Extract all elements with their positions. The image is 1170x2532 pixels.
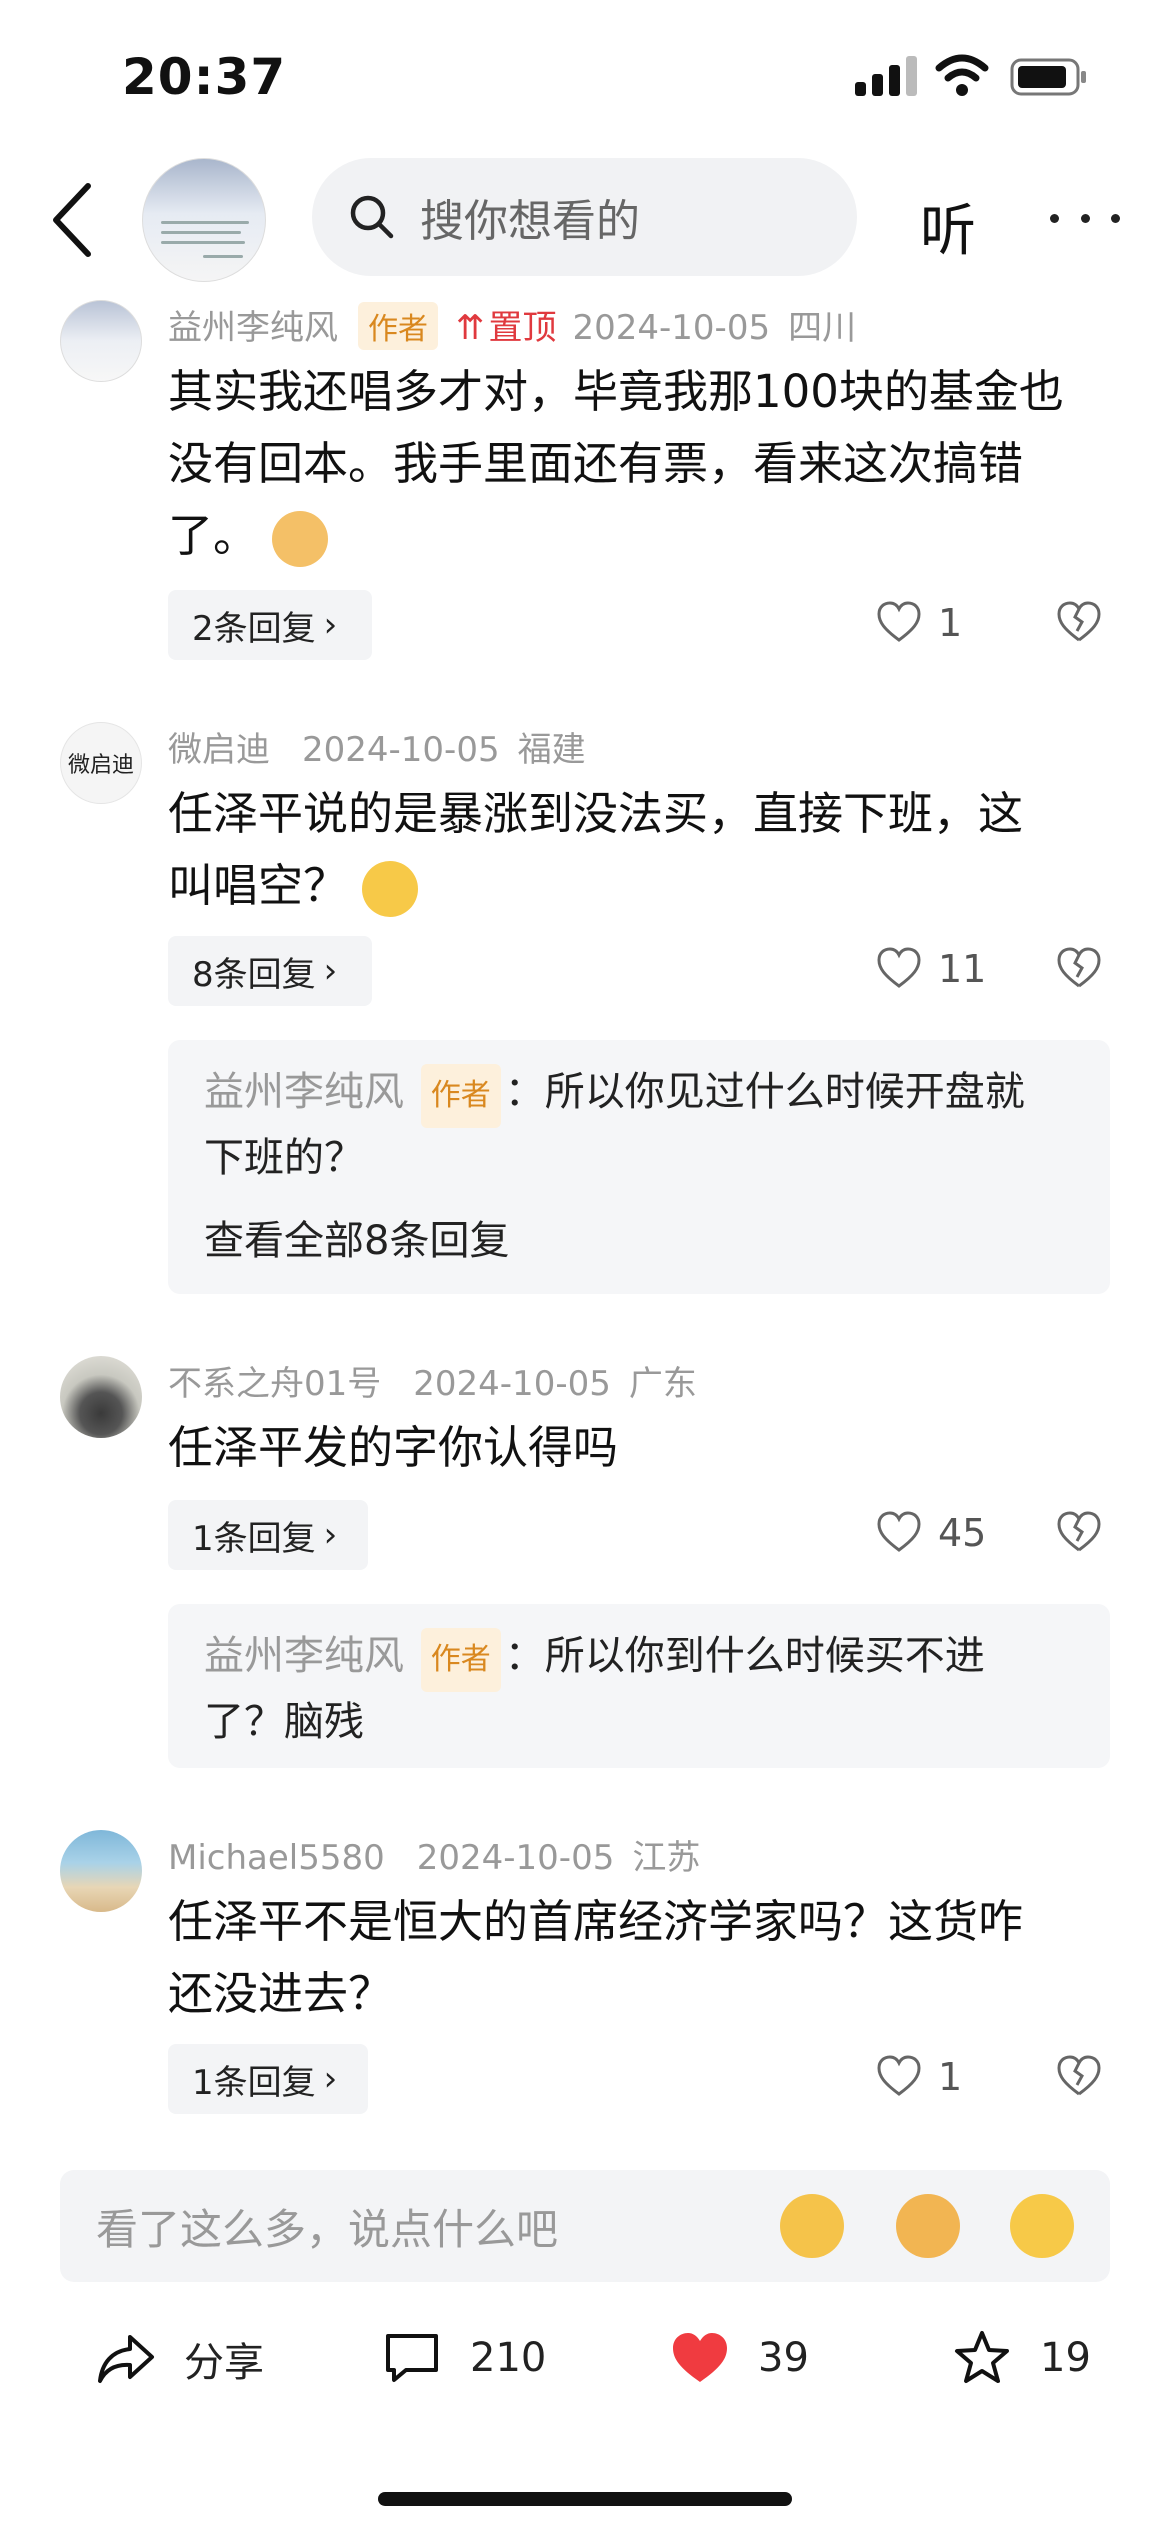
like-count: 1 xyxy=(938,601,963,645)
comment-avatar[interactable] xyxy=(60,300,142,382)
favorite-button[interactable]: 19 xyxy=(952,2330,1091,2386)
comment-meta: Michael5580 2024-10-05 江苏 xyxy=(168,1830,700,1879)
broken-heart-icon[interactable] xyxy=(1056,600,1102,646)
replies-button[interactable]: 1条回复 › xyxy=(168,2044,368,2114)
comment-username[interactable]: 不系之舟01号 xyxy=(168,1364,381,1404)
sub-reply-box[interactable]: 益州李纯风 作者 ：所以你见过什么时候开盘就 下班的？ 查看全部8条回复 xyxy=(168,1040,1110,1294)
comment-text: 其实我还唱多才对，毕竟我那100块的基金也 没有回本。我手里面还有票，看来这次搞… xyxy=(168,356,1064,572)
like-count: 45 xyxy=(938,1511,987,1555)
comment-username[interactable]: 益州李纯风 xyxy=(168,308,338,348)
sub-reply-text: 益州李纯风 作者 ：所以你到什么时候买不进 了？脑残 xyxy=(204,1626,1074,1752)
comment-avatar[interactable]: 微启迪 xyxy=(60,722,142,804)
comment-location: 广东 xyxy=(628,1364,697,1404)
sub-reply-text: 益州李纯风 作者 ：所以你见过什么时候开盘就 下班的？ xyxy=(204,1062,1074,1188)
comment-date: 2024-10-05 xyxy=(413,1364,611,1404)
replies-button[interactable]: 2条回复 › xyxy=(168,590,372,660)
comment-meta: 微启迪 2024-10-05 福建 xyxy=(168,722,586,771)
comment-username[interactable]: Michael5580 xyxy=(168,1838,385,1878)
heart-outline-icon xyxy=(877,601,921,642)
replies-button[interactable]: 1条回复 › xyxy=(168,1500,368,1570)
search-placeholder: 搜你想看的 xyxy=(420,196,640,247)
doge-emoji-icon[interactable] xyxy=(896,2194,960,2258)
comment-avatar[interactable] xyxy=(60,1830,142,1912)
view-all-replies-link[interactable]: 查看全部8条回复 xyxy=(204,1208,1074,1266)
sub-reply-box[interactable]: 益州李纯风 作者 ：所以你到什么时候买不进 了？脑残 xyxy=(168,1604,1110,1768)
search-bar[interactable]: 搜你想看的 xyxy=(312,158,857,276)
like-button[interactable]: 1 xyxy=(876,600,962,646)
comment-bubble-icon xyxy=(386,2334,438,2382)
chevron-right-icon: › xyxy=(323,1515,338,1555)
share-icon xyxy=(98,2335,154,2383)
comment-count-button[interactable]: 210 xyxy=(382,2330,546,2386)
comment-text: 任泽平发的字你认得吗 xyxy=(168,1421,619,1474)
chevron-right-icon: › xyxy=(323,2059,338,2099)
comment-date: 2024-10-05 xyxy=(302,730,500,770)
comment-location: 福建 xyxy=(517,730,586,770)
cellular-signal-icon xyxy=(855,56,917,96)
laugh-cry-emoji-icon[interactable] xyxy=(780,2194,844,2258)
like-count: 1 xyxy=(938,2055,963,2099)
comment-location: 江苏 xyxy=(632,1838,701,1878)
doge-emoji-icon xyxy=(272,511,329,567)
search-icon xyxy=(350,195,394,239)
comment-text: 任泽平说的是暴涨到没法买，直接下班，这 叫唱空？ xyxy=(168,778,1023,922)
heart-outline-icon xyxy=(877,1511,921,1552)
pin-icon: ⇈ xyxy=(456,308,485,348)
chevron-right-icon: › xyxy=(323,951,338,991)
wifi-icon xyxy=(935,54,989,96)
comment-date: 2024-10-05 xyxy=(416,1838,615,1878)
comment-meta: 不系之舟01号 2024-10-05 广东 xyxy=(168,1356,697,1405)
back-arrow-icon[interactable] xyxy=(48,180,98,260)
pinned-label: 置顶 xyxy=(488,308,557,348)
comment-location: 四川 xyxy=(788,308,857,348)
comment-username[interactable]: 微启迪 xyxy=(168,730,270,770)
like-button[interactable]: 11 xyxy=(876,946,986,992)
star-icon xyxy=(955,2331,1009,2383)
comment-avatar[interactable] xyxy=(60,1356,142,1438)
broken-heart-icon[interactable] xyxy=(1056,946,1102,992)
like-button[interactable]: 1 xyxy=(876,2054,962,2100)
author-badge: 作者 xyxy=(420,1628,501,1692)
heart-filled-icon xyxy=(673,2333,727,2382)
comment-input-placeholder: 看了这么多，说点什么吧 xyxy=(96,2204,559,2254)
author-avatar[interactable] xyxy=(142,158,266,282)
home-indicator[interactable] xyxy=(378,2492,792,2506)
like-post-button[interactable]: 39 xyxy=(670,2330,809,2386)
status-time: 20:37 xyxy=(122,48,287,106)
chevron-right-icon: › xyxy=(323,605,338,645)
comment-text: 任泽平不是恒大的首席经济学家吗？这货咋 还没进去？ xyxy=(168,1895,1024,2020)
share-button[interactable]: 分享 xyxy=(96,2330,264,2388)
heart-outline-icon xyxy=(877,2055,921,2096)
listen-button[interactable]: 听 xyxy=(920,186,976,267)
like-count: 11 xyxy=(938,947,987,991)
comment-date: 2024-10-05 xyxy=(572,308,771,348)
heart-outline-icon xyxy=(877,947,921,988)
comment-meta: 益州李纯风 作者 ⇈ 置顶 2024-10-05 四川 xyxy=(168,300,856,350)
like-button[interactable]: 45 xyxy=(876,1510,986,1556)
author-badge: 作者 xyxy=(420,1064,501,1128)
replies-button[interactable]: 8条回复 › xyxy=(168,936,372,1006)
author-badge: 作者 xyxy=(358,302,438,350)
grin-sweat-emoji-icon xyxy=(362,861,419,917)
sob-emoji-icon[interactable] xyxy=(1010,2194,1074,2258)
battery-icon xyxy=(1010,58,1086,96)
broken-heart-icon[interactable] xyxy=(1056,1510,1102,1556)
broken-heart-icon[interactable] xyxy=(1056,2054,1102,2100)
more-options-icon[interactable] xyxy=(1050,198,1120,238)
